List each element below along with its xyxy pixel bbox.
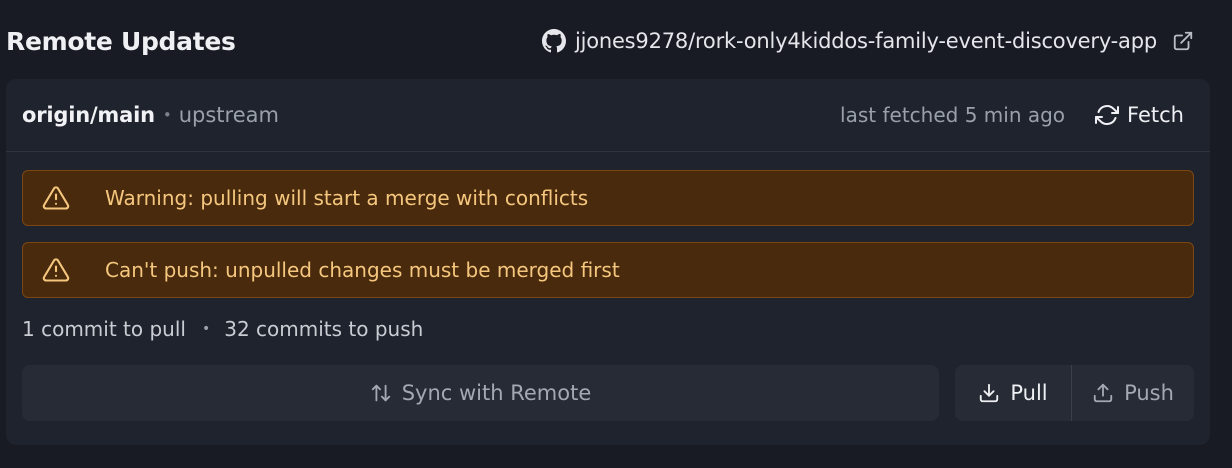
commits-to-push: 32 commits to push <box>224 317 424 341</box>
warning-text: Can't push: unpulled changes must be mer… <box>105 258 620 282</box>
external-link-icon[interactable] <box>1172 30 1194 52</box>
branch-bar: origin/main • upstream last fetched 5 mi… <box>6 79 1210 152</box>
last-fetched: last fetched 5 min ago <box>840 103 1066 127</box>
branch-name: origin/main <box>22 103 155 127</box>
remote-card: origin/main • upstream last fetched 5 mi… <box>6 79 1210 445</box>
fetch-label: Fetch <box>1127 103 1184 127</box>
github-icon <box>541 29 566 53</box>
merge-conflict-warning: Warning: pulling will start a merge with… <box>22 170 1194 226</box>
sync-with-remote-button[interactable]: Sync with Remote <box>22 365 939 421</box>
branch-info: origin/main • upstream <box>22 103 279 127</box>
warning-triangle-icon <box>41 256 71 284</box>
push-label: Push <box>1124 381 1174 405</box>
push-button[interactable]: Push <box>1072 365 1194 421</box>
fetch-area: last fetched 5 min ago Fetch <box>840 103 1194 127</box>
repo-name[interactable]: jjones9278/rork-only4kiddos-family-event… <box>575 29 1157 53</box>
upstream-label: upstream <box>178 103 279 127</box>
push-blocked-warning: Can't push: unpulled changes must be mer… <box>22 242 1194 298</box>
sync-label: Sync with Remote <box>401 381 592 405</box>
separator-dot: • <box>162 106 172 124</box>
pull-button[interactable]: Pull <box>955 365 1071 421</box>
panel-header: Remote Updates jjones9278/rork-only4kidd… <box>6 22 1206 60</box>
refresh-icon <box>1095 103 1120 127</box>
pull-label: Pull <box>1010 381 1048 405</box>
warning-triangle-icon <box>41 184 71 212</box>
warning-text: Warning: pulling will start a merge with… <box>105 186 589 210</box>
commits-to-pull: 1 commit to pull <box>22 317 186 341</box>
sort-arrows-icon <box>370 382 392 404</box>
fetch-button[interactable]: Fetch <box>1095 103 1194 127</box>
upload-icon <box>1092 382 1114 404</box>
commit-counts: 1 commit to pull • 32 commits to push <box>22 317 423 341</box>
download-icon <box>978 382 1000 404</box>
repo-link[interactable]: jjones9278/rork-only4kiddos-family-event… <box>541 29 1194 53</box>
separator-dot: • <box>201 321 211 337</box>
page-title: Remote Updates <box>6 26 236 56</box>
pull-push-group: Pull Push <box>955 365 1194 421</box>
